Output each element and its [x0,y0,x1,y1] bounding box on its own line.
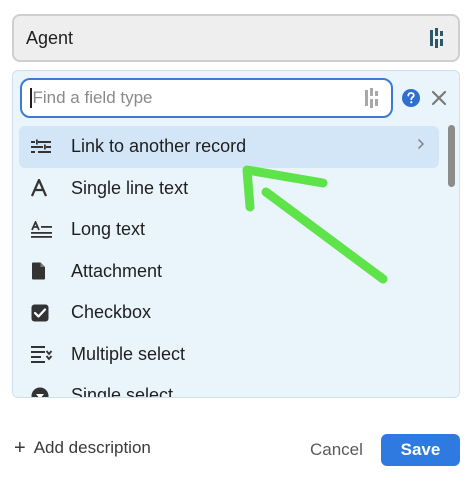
field-type-panel: Link to another record Single line text [12,70,460,398]
text-caret [30,88,32,108]
field-type-item-single-select[interactable]: Single select [19,375,439,398]
field-type-label: Single select [71,385,174,398]
close-icon[interactable] [431,90,447,106]
password-manager-icon[interactable] [430,27,448,49]
field-type-item-link-to-another-record[interactable]: Link to another record [19,126,439,168]
search-row [20,78,451,118]
field-type-label: Single line text [71,177,189,198]
list-scrollbar[interactable] [448,125,455,187]
multiple-select-icon [31,344,55,364]
cancel-button[interactable]: Cancel [310,440,363,460]
add-description-label: Add description [33,438,151,457]
single-select-icon [31,386,55,397]
field-type-item-long-text[interactable]: Long text [19,209,439,251]
field-type-list: Link to another record Single line text [19,126,439,398]
chevron-right-icon [417,138,425,150]
attachment-icon [31,261,55,281]
help-icon[interactable] [401,88,421,108]
search-box[interactable] [20,78,393,118]
field-type-item-single-line-text[interactable]: Single line text [19,168,439,210]
save-button[interactable]: Save [381,434,460,466]
link-record-icon [31,137,55,157]
password-manager-icon[interactable] [365,87,383,109]
field-type-item-multiple-select[interactable]: Multiple select [19,334,439,376]
field-type-search-input[interactable] [32,88,365,108]
plus-icon: + [14,437,26,459]
field-name-input[interactable]: Agent [12,14,460,62]
field-type-label: Long text [71,219,146,240]
field-type-label: Multiple select [71,343,186,364]
field-type-label: Attachment [71,260,163,281]
checkbox-icon [31,303,55,323]
add-description-button[interactable]: + Add description [14,438,151,458]
single-line-text-icon [31,178,55,198]
field-name-value: Agent [26,27,74,48]
field-type-item-attachment[interactable]: Attachment [19,251,439,293]
field-type-label: Checkbox [71,302,152,323]
long-text-icon [31,220,55,240]
field-type-label: Link to another record [71,136,247,157]
field-editor-dialog: Agent Find a field type Link to another … [0,0,474,481]
field-type-item-checkbox[interactable]: Checkbox [19,292,439,334]
